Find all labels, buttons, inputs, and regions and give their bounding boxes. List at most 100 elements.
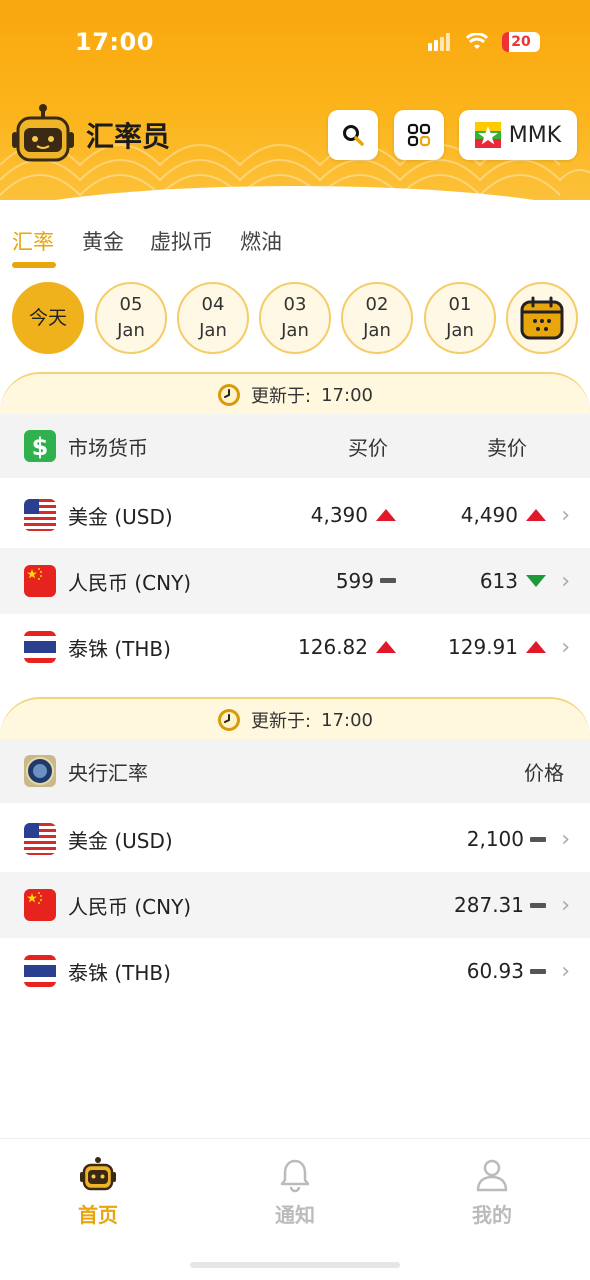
updated-label: 更新于: bbox=[251, 386, 312, 407]
date-day: 02 bbox=[365, 294, 389, 315]
tab-crypto[interactable]: 虚拟币 bbox=[150, 226, 213, 256]
chevron-right-icon: › bbox=[561, 568, 570, 594]
nav-home[interactable]: 首页 bbox=[38, 1157, 158, 1228]
usa-flag-icon bbox=[24, 823, 56, 855]
date-item[interactable]: 05 Jan bbox=[95, 282, 167, 354]
buy-price: 599 bbox=[335, 569, 374, 593]
app-header: 17:00 20 汇率员 MMK bbox=[0, 0, 590, 200]
currency-name: 美金 (USD) bbox=[68, 504, 173, 529]
sell-column-header: 卖价 bbox=[487, 435, 527, 460]
date-selector: 今天 05 Jan 04 Jan 03 Jan 02 Jan 01 Jan bbox=[0, 282, 590, 354]
battery-indicator: 20 bbox=[502, 32, 540, 52]
currency-name: 泰铢 (THB) bbox=[68, 636, 171, 661]
dollar-icon: $ bbox=[24, 430, 56, 462]
nav-profile[interactable]: 我的 bbox=[432, 1157, 552, 1228]
date-day: 03 bbox=[283, 294, 307, 315]
central-title: 央行汇率 bbox=[68, 760, 148, 785]
currency-name: 泰铢 (THB) bbox=[68, 960, 171, 985]
table-row[interactable]: 泰铢 (THB) 60.93 › bbox=[0, 938, 590, 1004]
currency-label: MMK bbox=[508, 122, 562, 148]
central-price: 2,100 bbox=[466, 827, 524, 851]
table-row[interactable]: 泰铢 (THB) 126.82 129.91 › bbox=[0, 614, 590, 680]
currency-name: 人民币 (CNY) bbox=[68, 894, 192, 919]
date-day: 01 bbox=[448, 294, 472, 315]
china-flag-icon bbox=[24, 889, 56, 921]
search-button[interactable] bbox=[328, 110, 378, 160]
thailand-flag-icon bbox=[24, 955, 56, 987]
table-row[interactable]: 美金 (USD) 2,100 › bbox=[0, 806, 590, 872]
app-title: 汇率员 bbox=[86, 120, 171, 153]
myanmar-flag-icon bbox=[474, 122, 501, 148]
nav-notifications-label: 通知 bbox=[275, 1203, 315, 1227]
nav-home-label: 首页 bbox=[78, 1203, 118, 1227]
sell-price: 4,490 bbox=[460, 503, 518, 527]
central-header: 央行汇率 价格 bbox=[0, 739, 590, 803]
date-item[interactable]: 04 Jan bbox=[177, 282, 249, 354]
market-title: 市场货币 bbox=[68, 435, 148, 460]
status-time: 17:00 bbox=[75, 28, 154, 56]
apps-grid-button[interactable] bbox=[394, 110, 444, 160]
brand: 汇率员 bbox=[12, 104, 170, 166]
table-row[interactable]: 人民币 (CNY) 599 613 › bbox=[0, 548, 590, 614]
date-item[interactable]: 02 Jan bbox=[341, 282, 413, 354]
currency-name: 美金 (USD) bbox=[68, 828, 173, 853]
nav-notifications[interactable]: 通知 bbox=[235, 1157, 355, 1228]
wifi-icon bbox=[466, 33, 488, 49]
date-today-label: 今天 bbox=[28, 307, 67, 329]
date-item[interactable]: 01 Jan bbox=[424, 282, 496, 354]
home-indicator bbox=[190, 1262, 400, 1268]
date-day: 04 bbox=[201, 294, 225, 315]
currency-selector-button[interactable]: MMK bbox=[459, 110, 577, 160]
flat-dash-icon bbox=[530, 903, 546, 908]
table-row[interactable]: 美金 (USD) 4,390 4,490 › bbox=[0, 482, 590, 548]
central-price: 60.93 bbox=[466, 959, 524, 983]
date-month: Jan bbox=[446, 320, 474, 341]
buy-column-header: 买价 bbox=[348, 435, 388, 460]
search-icon bbox=[343, 125, 364, 146]
date-month: Jan bbox=[117, 320, 145, 341]
up-arrow-icon bbox=[526, 509, 546, 521]
central-updated-bar: 更新于: 17:00 bbox=[0, 697, 590, 741]
grid-icon bbox=[407, 123, 431, 147]
date-today[interactable]: 今天 bbox=[12, 282, 84, 354]
table-row[interactable]: 人民币 (CNY) 287.31 › bbox=[0, 872, 590, 938]
flat-dash-icon bbox=[380, 578, 396, 583]
china-flag-icon bbox=[24, 565, 56, 597]
price-column-header: 价格 bbox=[524, 760, 564, 785]
flat-dash-icon bbox=[530, 837, 546, 842]
svg-text:$: $ bbox=[32, 433, 49, 461]
tab-exchange-rate[interactable]: 汇率 bbox=[12, 226, 54, 256]
clock-icon bbox=[218, 709, 241, 731]
chevron-right-icon: › bbox=[561, 958, 570, 984]
date-day: 05 bbox=[119, 294, 143, 315]
clock-icon bbox=[218, 384, 241, 406]
sell-price: 613 bbox=[479, 569, 518, 593]
up-arrow-icon bbox=[376, 641, 396, 653]
date-month: Jan bbox=[281, 320, 309, 341]
usa-flag-icon bbox=[24, 499, 56, 531]
central-price: 287.31 bbox=[454, 893, 524, 917]
updated-label: 更新于: bbox=[251, 711, 312, 732]
currency-name: 人民币 (CNY) bbox=[68, 570, 192, 595]
up-arrow-icon bbox=[376, 509, 396, 521]
updated-time: 17:00 bbox=[321, 709, 373, 731]
flat-dash-icon bbox=[530, 969, 546, 974]
sell-price: 129.91 bbox=[448, 635, 518, 659]
chevron-right-icon: › bbox=[561, 892, 570, 918]
tab-gold[interactable]: 黄金 bbox=[82, 226, 124, 256]
calendar-button[interactable] bbox=[506, 282, 578, 354]
calendar-icon bbox=[520, 296, 564, 340]
nav-profile-label: 我的 bbox=[472, 1203, 512, 1227]
date-item[interactable]: 03 Jan bbox=[259, 282, 331, 354]
robot-home-icon bbox=[80, 1157, 116, 1191]
market-updated-bar: 更新于: 17:00 bbox=[0, 372, 590, 416]
bell-icon bbox=[280, 1159, 310, 1193]
thailand-flag-icon bbox=[24, 631, 56, 663]
buy-price: 126.82 bbox=[298, 635, 368, 659]
status-icons: 20 bbox=[428, 32, 540, 52]
market-header: $ 市场货币 买价 卖价 bbox=[0, 414, 590, 478]
down-arrow-icon bbox=[526, 575, 546, 587]
tab-fuel[interactable]: 燃油 bbox=[240, 226, 282, 256]
chevron-right-icon: › bbox=[561, 502, 570, 528]
up-arrow-icon bbox=[526, 641, 546, 653]
